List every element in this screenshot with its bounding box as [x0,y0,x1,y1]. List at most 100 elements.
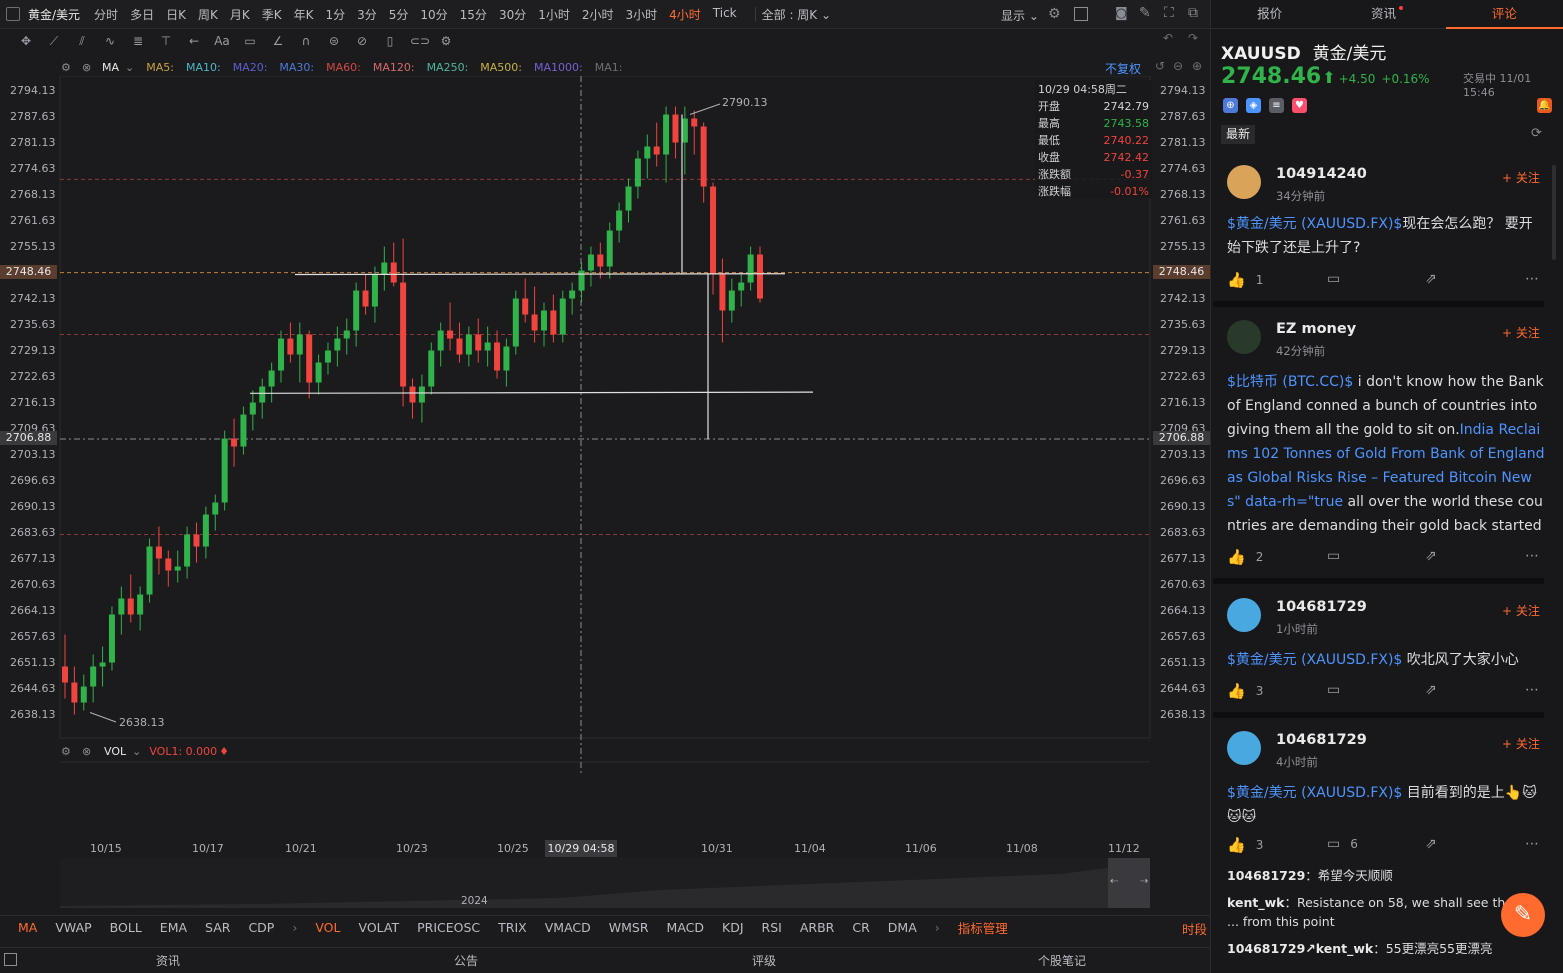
tab-comments[interactable]: 评论 [1445,0,1563,29]
tab-quote[interactable]: 报价 [1211,0,1328,28]
bottom-tab-notes[interactable]: 个股笔记 [1038,952,1086,969]
arrow-icon[interactable]: ← [186,33,202,49]
comment-button[interactable]: ▭ [1327,548,1350,564]
indicator-vmacd[interactable]: VMACD [545,920,591,935]
chart-style-icon[interactable] [1074,7,1088,21]
display-menu[interactable]: 显示 ⌄ [1001,7,1039,24]
reply-user[interactable]: 104681729 [1227,868,1305,883]
indicator-sar[interactable]: SAR [205,920,230,935]
navigator-window[interactable]: ⇠ ⇢ [1108,858,1150,908]
reset-icon[interactable]: ↺ [1155,59,1165,73]
pencil-icon[interactable]: ✎ [1139,5,1151,21]
measure-icon[interactable]: ⊤ [158,33,174,49]
post-stock-link[interactable]: $黄金/美元 (XAUUSD.FX)$ [1227,652,1402,668]
timeframe-17[interactable]: Tick [713,6,737,23]
ruler-icon[interactable]: ∠ [270,33,286,49]
follow-button[interactable]: + 关注 [1502,324,1540,341]
timeframe-14[interactable]: 2小时 [582,6,614,23]
indicator-boll[interactable]: BOLL [110,920,142,935]
indicator-ema[interactable]: EMA [160,920,187,935]
scrollbar[interactable] [1552,165,1556,260]
vol-close-icon[interactable]: ⊗ [82,745,91,758]
popout-icon[interactable]: ⧉ [1188,5,1198,21]
timeframe-8[interactable]: 3分 [357,6,377,23]
avatar[interactable] [1227,320,1261,354]
timeframe-13[interactable]: 1小时 [538,6,570,23]
trendline-icon[interactable]: ⟋ [46,33,62,49]
timeframe-11[interactable]: 15分 [460,6,487,23]
chevron-right-icon[interactable]: › [935,920,940,935]
vol-label[interactable]: VOL [104,745,126,758]
timeframe-0[interactable]: 分时 [94,6,118,23]
indicator-rsi[interactable]: RSI [762,920,782,935]
compose-button[interactable]: ✎ [1501,893,1545,937]
indicator-arbr[interactable]: ARBR [800,920,835,935]
bottom-tab-ratings[interactable]: 评级 [752,952,776,969]
period-button[interactable]: 时段 [1182,919,1207,938]
timeframe-4[interactable]: 月K [230,6,250,23]
time-navigator[interactable]: ⇠ ⇢ 2024 [60,858,1150,908]
post-stock-link[interactable]: $比特币 (BTC.CC)$ [1227,374,1353,390]
indicator-manage-button[interactable]: 指标管理 [958,918,1008,937]
timeframe-5[interactable]: 季K [262,6,282,23]
indicator-vol[interactable]: VOL [315,920,340,935]
note-icon[interactable]: ≡ [1269,98,1284,113]
indicator-dma[interactable]: DMA [888,920,917,935]
ma-label[interactable]: MA [102,61,119,74]
timeframe-10[interactable]: 10分 [420,6,447,23]
comment-button[interactable]: ▭ [1327,682,1350,698]
timeframe-9[interactable]: 5分 [389,6,409,23]
follow-button[interactable]: + 关注 [1502,735,1540,752]
comment-button[interactable]: ▭ 6 [1327,836,1358,852]
more-icon[interactable]: ⋯ [1525,548,1539,564]
alert-bell-icon[interactable]: 🔔 [1537,98,1552,113]
lock-icon[interactable]: ⊜ [326,33,342,49]
reply-user[interactable]: kent_wk [1227,895,1284,910]
like-button[interactable]: 👍 3 [1227,682,1263,700]
avatar[interactable] [1227,731,1261,765]
post-username[interactable]: 104914240 [1276,166,1367,182]
settings-icon[interactable]: ⚙ [1048,6,1061,22]
timeframe-3[interactable]: 周K [198,6,218,23]
follow-button[interactable]: + 关注 [1502,169,1540,186]
timeframe-7[interactable]: 1分 [325,6,345,23]
navigator-right-handle-icon[interactable]: ⇢ [1140,876,1148,887]
fullscreen-icon[interactable]: ⛶ [1164,5,1174,21]
more-icon[interactable]: ⋯ [1525,682,1539,698]
reply-item[interactable]: 104681729↗kent_wk：55更漂亮55更漂亮 [1227,939,1527,958]
undo-icon[interactable]: ↶ [1163,31,1173,45]
reply-item[interactable]: 104681729：希望今天顺顺 [1227,866,1527,885]
like-button[interactable]: 👍 2 [1227,548,1263,566]
chevron-right-icon[interactable]: › [292,920,297,935]
refresh-icon[interactable]: ⟳ [1531,126,1542,141]
link-icon[interactable]: ⊂⊃ [410,33,430,49]
post-stock-link[interactable]: $黄金/美元 (XAUUSD.FX)$ [1227,785,1402,801]
globe-icon[interactable]: ⊕ [1223,98,1238,113]
timeframe-16[interactable]: 4小时 [669,6,701,23]
post-username[interactable]: 104681729 [1276,599,1367,615]
indicator-macd[interactable]: MACD [667,920,704,935]
wave-icon[interactable]: ∿ [102,33,118,49]
timeframe-1[interactable]: 多日 [130,6,154,23]
post-stock-link[interactable]: $黄金/美元 (XAUUSD.FX)$ [1227,216,1402,232]
draw-settings-icon[interactable]: ⚙ [438,33,454,49]
delete-icon[interactable]: ▯ [382,33,398,49]
like-button[interactable]: 👍 3 [1227,836,1263,854]
channel-icon[interactable]: ⫽ [74,33,90,49]
drawn-resistance-line[interactable] [294,273,786,276]
tag-icon[interactable]: ◈ [1246,98,1261,113]
comment-button[interactable]: ▭ [1327,271,1350,287]
indicator-vwap[interactable]: VWAP [55,920,91,935]
layout-icon[interactable] [6,7,20,21]
vol-settings-icon[interactable]: ⚙ [61,745,71,758]
indicator-priceosc[interactable]: PRICEOSC [417,920,480,935]
indicator-volat[interactable]: VOLAT [358,920,399,935]
share-icon[interactable]: ⇗ [1425,682,1437,698]
text-icon[interactable]: Aa [214,33,230,49]
hide-icon[interactable]: ⊘ [354,33,370,49]
fib-icon[interactable]: ≣ [130,33,146,49]
magnet-icon[interactable]: ∩ [298,33,314,49]
panel-toggle-icon[interactable] [4,953,17,966]
redo-icon[interactable]: ↷ [1188,31,1198,45]
drawn-support-line[interactable] [249,391,814,394]
